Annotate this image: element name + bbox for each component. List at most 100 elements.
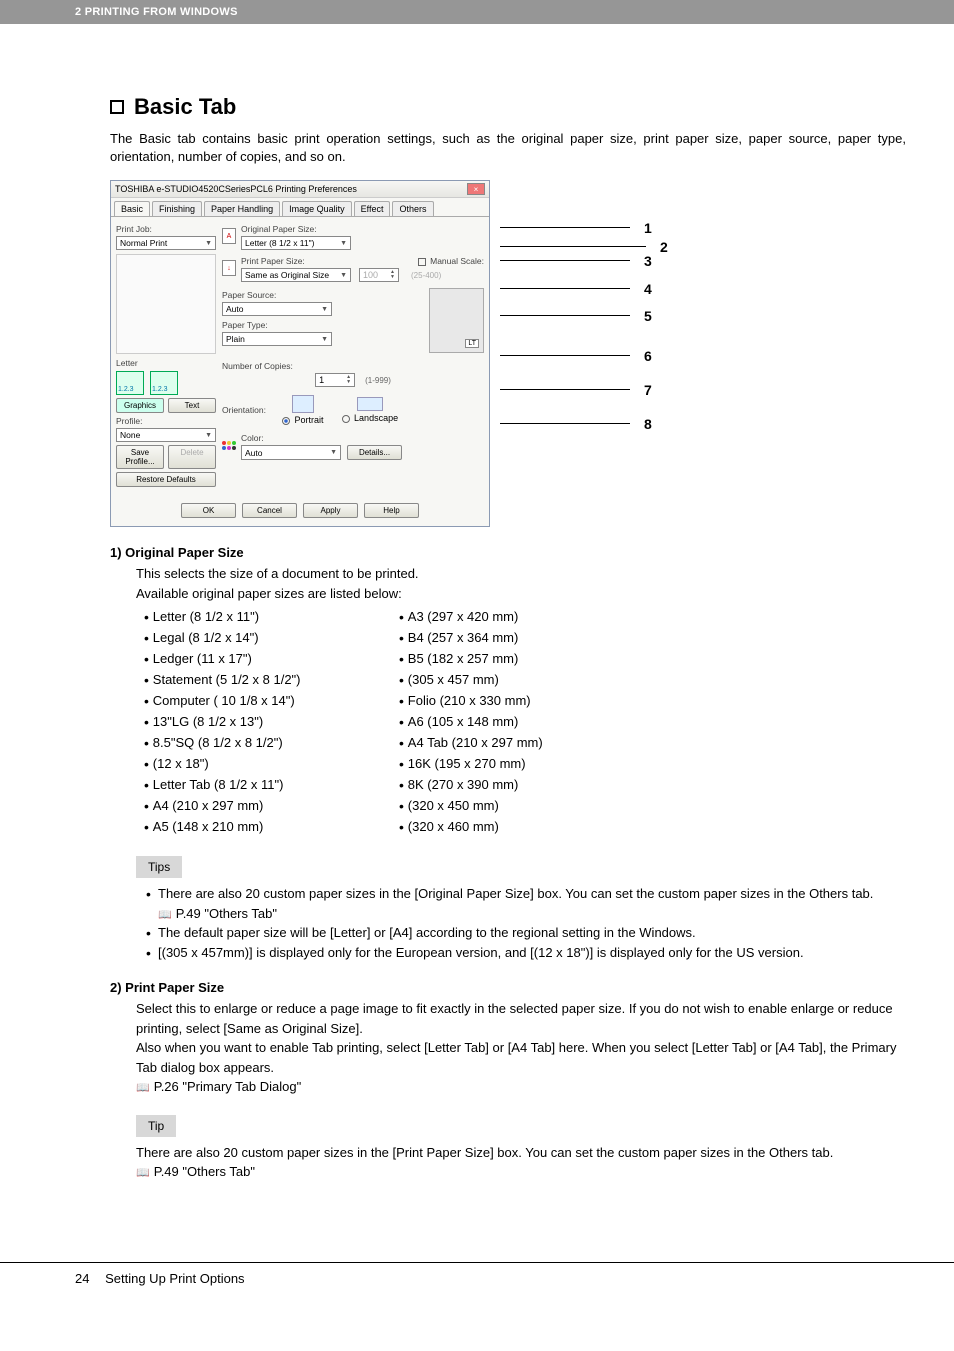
print-job-value: Normal Print	[120, 238, 167, 248]
section-1-head: 1) Original Paper Size	[110, 545, 906, 560]
ref-link[interactable]: P.49 "Others Tab"	[154, 1164, 255, 1179]
title-bullet-icon	[110, 100, 124, 114]
title-row: Basic Tab	[110, 94, 906, 120]
page-number: 24	[75, 1271, 89, 1286]
apply-button[interactable]: Apply	[303, 503, 358, 518]
copies-input[interactable]: 1 ▲▼	[315, 373, 355, 387]
profile-dropdown[interactable]: None ▼	[116, 428, 216, 442]
paper-type-dropdown[interactable]: Plain ▼	[222, 332, 332, 346]
list-item: 8.5"SQ (8 1/2 x 8 1/2")	[136, 733, 391, 754]
tab-basic[interactable]: Basic	[114, 201, 150, 216]
paper-type-label: Paper Type:	[222, 320, 421, 330]
dialog-footer: OK Cancel Apply Help	[111, 495, 489, 526]
header-text: 2 PRINTING FROM WINDOWS	[75, 6, 238, 18]
section-1-body: This selects the size of a document to b…	[136, 564, 906, 838]
list-item: Letter (8 1/2 x 11")	[136, 607, 391, 628]
orientation-label: Orientation:	[222, 405, 277, 415]
section-2-body: Select this to enlarge or reduce a page …	[136, 999, 906, 1097]
annotation-1: 1	[644, 220, 652, 236]
print-size-value: Same as Original Size	[245, 270, 329, 280]
color-label: Color:	[241, 433, 484, 443]
list-item: B4 (257 x 364 mm)	[391, 628, 646, 649]
graphics-button[interactable]: Graphics	[116, 398, 164, 413]
chevron-down-icon: ▼	[321, 336, 328, 343]
list-item: Folio (210 x 330 mm)	[391, 691, 646, 712]
tab-effect[interactable]: Effect	[354, 201, 391, 216]
print-size-label: Print Paper Size:	[241, 256, 305, 266]
tab-finishing[interactable]: Finishing	[152, 201, 202, 216]
restore-defaults-button[interactable]: Restore Defaults	[116, 472, 216, 487]
delete-profile-button[interactable]: Delete	[168, 445, 216, 469]
orientation-row: Orientation: Portrait Landscape	[222, 395, 484, 425]
color-details-button[interactable]: Details...	[347, 445, 402, 460]
landscape-icon	[357, 397, 383, 411]
section-2-head: 2) Print Paper Size	[110, 980, 906, 995]
manual-scale-label: Manual Scale:	[418, 256, 484, 266]
save-profile-button[interactable]: Save Profile...	[116, 445, 164, 469]
tab-others[interactable]: Others	[392, 201, 433, 216]
orig-size-dropdown[interactable]: Letter (8 1/2 x 11") ▼	[241, 236, 351, 250]
dialog-left-panel: Print Job: Normal Print ▼ Letter 1.2.3 1…	[116, 222, 216, 490]
chevron-down-icon: ▼	[205, 240, 212, 247]
tab-image-quality[interactable]: Image Quality	[282, 201, 352, 216]
tip-item: [(305 x 457mm)] is displayed only for th…	[146, 943, 906, 963]
tip-item: There are also 20 custom paper sizes in …	[146, 884, 906, 923]
orig-size-value: Letter (8 1/2 x 11")	[245, 238, 314, 248]
ref-link[interactable]: P.49 "Others Tab"	[176, 906, 277, 921]
tip-label: Tip	[136, 1115, 176, 1137]
cancel-button[interactable]: Cancel	[242, 503, 297, 518]
portrait-radio[interactable]	[282, 417, 290, 425]
manual-scale-checkbox[interactable]	[418, 258, 426, 266]
list-item: 13"LG (8 1/2 x 13")	[136, 712, 391, 733]
print-job-dropdown[interactable]: Normal Print ▼	[116, 236, 216, 250]
color-icon	[222, 441, 236, 450]
section-2-line-1: Select this to enlarge or reduce a page …	[136, 999, 906, 1038]
copies-label: Number of Copies:	[222, 361, 484, 371]
book-icon	[158, 906, 176, 921]
list-item: 16K (195 x 270 mm)	[391, 754, 646, 775]
spinner-icon: ▲▼	[346, 375, 351, 385]
landscape-label: Landscape	[354, 413, 398, 423]
print-size-row: ↓ Print Paper Size: Manual Scale:	[222, 254, 484, 282]
tab-paper-handling[interactable]: Paper Handling	[204, 201, 280, 216]
sections: 1) Original Paper Size This selects the …	[110, 545, 906, 1182]
manual-scale-range: (25-400)	[411, 271, 441, 280]
screenshot-area: TOSHIBA e-STUDIO4520CSeriesPCL6 Printing…	[110, 180, 906, 527]
paper-sizes-list: Letter (8 1/2 x 11")Legal (8 1/2 x 14")L…	[136, 607, 646, 838]
print-size-dropdown[interactable]: Same as Original Size ▼	[241, 268, 351, 282]
list-item: A4 (210 x 297 mm)	[136, 796, 391, 817]
landscape-radio[interactable]	[342, 415, 350, 423]
text-button[interactable]: Text	[168, 398, 216, 413]
dialog-right-panel: A Original Paper Size: Letter (8 1/2 x 1…	[222, 222, 484, 490]
printing-preferences-dialog: TOSHIBA e-STUDIO4520CSeriesPCL6 Printing…	[110, 180, 490, 527]
view-buttons: Graphics Text	[116, 398, 216, 413]
profile-label: Profile:	[116, 416, 216, 426]
list-item: (320 x 460 mm)	[391, 817, 646, 838]
list-item: (305 x 457 mm)	[391, 670, 646, 691]
annotation-7: 7	[644, 382, 652, 416]
section-1-line-2: Available original paper sizes are liste…	[136, 584, 906, 604]
paper-source-dropdown[interactable]: Auto ▼	[222, 302, 332, 316]
section-2-line-2: Also when you want to enable Tab printin…	[136, 1038, 906, 1077]
thumb-2[interactable]: 1.2.3	[150, 371, 178, 395]
tip-item: The default paper size will be [Letter] …	[146, 923, 906, 943]
close-icon[interactable]: ×	[467, 183, 485, 195]
help-button[interactable]: Help	[364, 503, 419, 518]
profile-value: None	[120, 430, 140, 440]
thumb-1[interactable]: 1.2.3	[116, 371, 144, 395]
dialog-tabs: Basic Finishing Paper Handling Image Qua…	[111, 198, 489, 217]
orig-size-label: Original Paper Size:	[241, 224, 484, 234]
profile-buttons: Save Profile... Delete	[116, 445, 216, 469]
dialog-title: TOSHIBA e-STUDIO4520CSeriesPCL6 Printing…	[115, 184, 357, 194]
list-item: A5 (148 x 210 mm)	[136, 817, 391, 838]
ok-button[interactable]: OK	[181, 503, 236, 518]
list-item: Letter Tab (8 1/2 x 11")	[136, 775, 391, 796]
list-item: (320 x 450 mm)	[391, 796, 646, 817]
ref-link[interactable]: P.26 "Primary Tab Dialog"	[154, 1079, 302, 1094]
paper-source-value: Auto	[226, 304, 244, 314]
annotation-2: 2	[660, 239, 668, 253]
manual-scale-input[interactable]: 100 ▲▼	[359, 268, 399, 282]
orig-size-row: A Original Paper Size: Letter (8 1/2 x 1…	[222, 222, 484, 250]
color-dropdown[interactable]: Auto ▼	[241, 445, 341, 460]
tray-label: LT	[465, 339, 479, 348]
